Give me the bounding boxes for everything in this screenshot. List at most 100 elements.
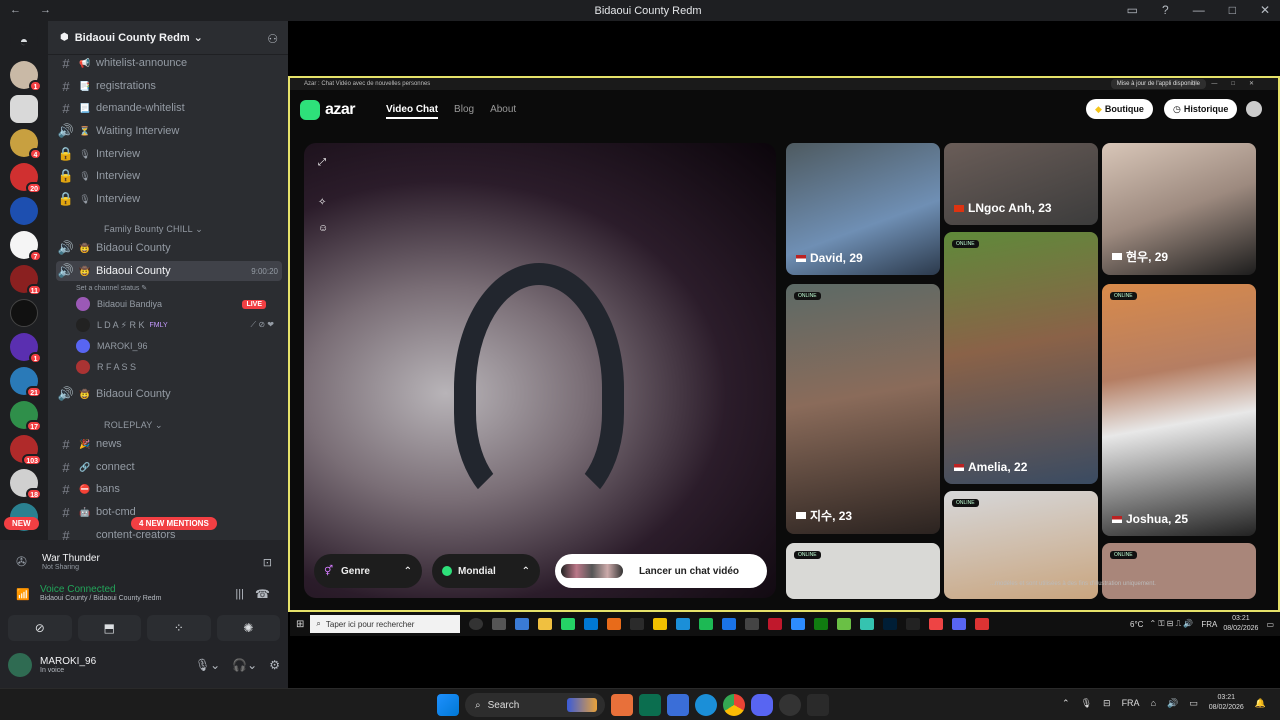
help-icon[interactable]: ? <box>1162 3 1169 17</box>
discord-home-icon[interactable]: ◓ <box>10 27 38 55</box>
edge-icon[interactable] <box>676 618 691 630</box>
azar-logo[interactable]: azar <box>300 100 356 120</box>
windows-start-icon[interactable] <box>437 694 459 716</box>
close-icon[interactable]: ✕ <box>1260 3 1270 17</box>
nav-blog[interactable]: Blog <box>454 104 474 119</box>
profile-tile[interactable]: LNgoc Anh, 23 <box>944 143 1098 225</box>
server-icon[interactable]: 4 <box>10 129 42 160</box>
folder-icon[interactable] <box>538 618 553 630</box>
server-header[interactable]: ⬢ Bidaoui County Redm ⌄ ⚇ <box>48 21 288 55</box>
chrome-icon[interactable] <box>723 694 745 716</box>
voice-channel-active[interactable]: 🔊 🤠 Bidaoui County 9:00:20 <box>56 261 282 281</box>
activities-button[interactable]: ⁘ <box>147 615 211 641</box>
profile-icon[interactable] <box>1246 101 1262 117</box>
new-mentions-pill[interactable]: 4 NEW MENTIONS <box>131 517 217 530</box>
server-icon[interactable]: 17 <box>10 401 42 432</box>
server-icon[interactable] <box>10 197 38 225</box>
server-icon[interactable] <box>10 95 38 123</box>
channel-bans[interactable]: # ⛔ bans <box>56 479 282 499</box>
app-icon[interactable] <box>807 694 829 716</box>
browser-icon[interactable] <box>722 618 737 630</box>
start-video-chat-button[interactable]: Lancer un chat vidéo <box>555 554 767 588</box>
xbox-icon[interactable] <box>814 618 829 630</box>
minimize-icon[interactable]: — <box>1193 3 1205 17</box>
headphones-icon[interactable]: 🎧⌄ <box>232 658 257 672</box>
app-icon[interactable] <box>929 618 944 630</box>
invite-icon[interactable]: ⚇ <box>267 32 278 46</box>
screen-share-button[interactable]: ⬒ <box>77 615 141 641</box>
channel-news[interactable]: # 🎉 news <box>56 434 282 454</box>
soundboard-button[interactable]: ✺ <box>216 615 280 641</box>
server-icon[interactable]: 18 <box>10 469 42 500</box>
battery-icon[interactable]: ▭ <box>1189 698 1198 709</box>
mic-icon[interactable]: 🎙 <box>1081 698 1092 709</box>
streamed-clock[interactable]: 03:21 08/02/2026 <box>1223 614 1258 634</box>
channel-status-hint[interactable]: Set a channel status ✎ <box>76 284 147 292</box>
channel-registrations[interactable]: # 📑 registrations <box>56 76 282 96</box>
server-icon[interactable]: 11 <box>10 265 42 296</box>
app-icon[interactable] <box>837 618 852 630</box>
network-icon[interactable]: ⌂ <box>1151 698 1156 708</box>
task-view-icon[interactable] <box>492 618 507 630</box>
lang-indicator[interactable]: FRA <box>1201 620 1217 629</box>
noise-suppression-icon[interactable]: ||| <box>235 588 244 600</box>
server-icon[interactable] <box>10 299 38 327</box>
voice-channel[interactable]: 🔊 🤠 Bidaoui County <box>56 384 282 404</box>
gear-icon[interactable]: ⚙ <box>269 658 280 672</box>
azar-window-controls[interactable]: ⋮—□✕ <box>1191 78 1268 90</box>
nav-about[interactable]: About <box>490 104 516 119</box>
voice-user[interactable]: MAROKI_96 <box>76 336 276 356</box>
disconnect-icon[interactable]: ☎ <box>255 587 270 601</box>
server-icon[interactable]: 7 <box>10 231 42 262</box>
notification-bell-icon[interactable]: 🔔 <box>1255 698 1266 709</box>
display-icon[interactable]: ⊟ <box>1103 698 1111 709</box>
server-icon[interactable]: 103 <box>10 435 42 466</box>
system-tray-icons[interactable]: ⌃ ⚿ ⊟ ⎍ 🔊 <box>1149 619 1193 629</box>
app-icon[interactable] <box>906 618 921 630</box>
voice-channel-interview[interactable]: 🔒 🎙 Interview <box>56 189 282 209</box>
vc-title[interactable]: Voice Connected <box>40 584 161 595</box>
cortana-icon[interactable] <box>469 618 484 630</box>
region-filter-button[interactable]: Mondial ⌃ <box>432 554 540 588</box>
discord-icon[interactable] <box>952 618 967 630</box>
mic-icon[interactable]: 🎙⌄ <box>195 658 220 672</box>
app-icon[interactable] <box>607 618 622 630</box>
profile-tile[interactable]: ONLINE <box>1102 543 1256 599</box>
clock[interactable]: 03:21 08/02/2026 <box>1209 693 1244 713</box>
server-icon[interactable]: 20 <box>10 163 42 194</box>
app-icon[interactable] <box>779 694 801 716</box>
category-family[interactable]: Family Bounty CHILL ⌄ <box>104 224 203 235</box>
shop-button[interactable]: ◆ Boutique <box>1086 99 1153 119</box>
taskbar-search[interactable]: ⌕ Search <box>465 693 605 717</box>
profile-tile[interactable]: ONLINE <box>786 543 940 599</box>
vc-sub[interactable]: Bidaoui County / Bidaoui County Redm <box>40 595 161 602</box>
channel-connect[interactable]: # 🔗 connect <box>56 457 282 477</box>
app-icon[interactable] <box>975 618 990 630</box>
server-icon[interactable]: 1 <box>10 61 42 92</box>
voice-channel-interview[interactable]: 🔒 🎙 Interview <box>56 144 282 164</box>
server-icon[interactable]: 1 <box>10 333 42 364</box>
gender-filter-button[interactable]: ⚥ Genre ⌃ <box>314 554 422 588</box>
channel-demande-whitelist[interactable]: # 📃 demande-whitelist <box>56 98 282 118</box>
app-icon[interactable] <box>653 618 668 630</box>
server-icon[interactable]: 21 <box>10 367 42 398</box>
nav-video-chat[interactable]: Video Chat <box>386 104 439 119</box>
volume-icon[interactable]: 🔊 <box>1167 698 1178 709</box>
profile-tile[interactable]: 현우, 29 <box>1102 143 1256 275</box>
spotify-icon[interactable] <box>699 618 714 630</box>
voice-user[interactable]: Bidaoui Bandiya LIVE <box>76 294 276 314</box>
store-icon[interactable] <box>515 618 530 630</box>
discord-icon[interactable] <box>751 694 773 716</box>
windows-start-icon[interactable]: ⊞ <box>296 619 304 630</box>
avatar[interactable] <box>8 653 32 677</box>
category-roleplay[interactable]: ROLEPLAY ⌄ <box>104 420 163 431</box>
signal-icon[interactable]: 📶 <box>16 588 30 601</box>
voice-channel-waiting[interactable]: 🔊 ⏳ Waiting Interview <box>56 121 282 141</box>
profile-tile[interactable]: ONLINE 지수, 23 <box>786 284 940 534</box>
notification-icon[interactable]: ▭ <box>1266 620 1274 629</box>
expand-icon[interactable]: ⤢ <box>318 157 332 171</box>
app-icon[interactable] <box>630 618 645 630</box>
screen-share-icon[interactable]: ⊡ <box>263 556 272 569</box>
streamed-search-box[interactable]: ⌕ Taper ici pour rechercher <box>310 615 461 633</box>
chevron-up-icon[interactable]: ⌃ <box>1062 698 1070 709</box>
